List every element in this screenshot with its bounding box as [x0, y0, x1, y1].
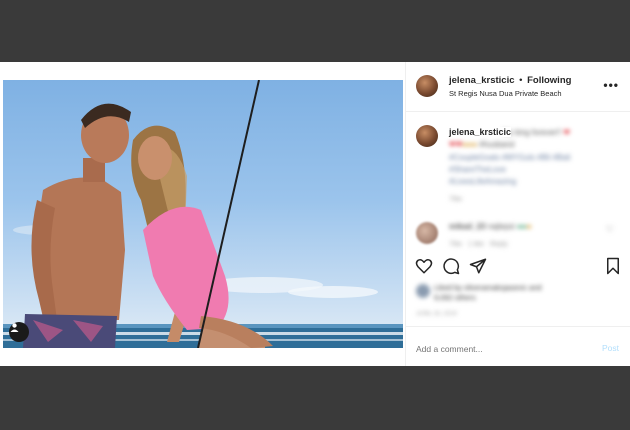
header-user-line: jelena_krsticic • Following — [449, 75, 571, 86]
following-button[interactable]: Following — [527, 75, 571, 86]
header-separator: • — [519, 75, 523, 86]
comment-icon[interactable] — [442, 257, 460, 275]
comment-avatar[interactable] — [416, 222, 438, 244]
liked-by-line2[interactable]: 9,092 others — [434, 293, 476, 302]
instagram-post: jelena_krsticic • Following St Regis Nus… — [0, 62, 630, 366]
comment-username[interactable]: mikad_23 — [449, 222, 485, 231]
comment-line: mikad_23 najlepsi ●●● — [449, 222, 532, 231]
comment-meta: 79w 1 like Reply — [449, 241, 508, 248]
caption-hashtag[interactable]: #husband — [479, 140, 514, 149]
liker-avatar — [416, 284, 430, 298]
caption-avatar[interactable] — [416, 125, 438, 147]
action-bar — [406, 257, 630, 279]
header-username[interactable]: jelena_krsticic — [449, 75, 515, 86]
comment-heart-icon[interactable]: ♡ — [606, 224, 614, 235]
add-comment-row: Post — [406, 338, 630, 360]
tag-person-icon[interactable] — [9, 322, 29, 342]
caption-username[interactable]: jelena_krsticic — [449, 127, 512, 137]
location-link[interactable]: St Regis Nusa Dua Private Beach — [449, 89, 562, 98]
post-side-panel: jelena_krsticic • Following St Regis Nus… — [405, 62, 630, 366]
caption-text-line2: ❤❤●●● #husband — [449, 140, 515, 149]
bookmark-icon[interactable] — [604, 257, 622, 275]
comment-input[interactable] — [416, 340, 586, 358]
comment-text: najlepsi — [487, 222, 515, 231]
avatar[interactable] — [416, 75, 438, 97]
caption-text-line4[interactable]: #ShareTheLove — [449, 165, 506, 174]
post-date: JUNE 16, 2019 — [416, 311, 457, 317]
post-button[interactable]: Post — [602, 343, 619, 353]
post-header: jelena_krsticic • Following St Regis Nus… — [406, 62, 630, 112]
share-icon[interactable] — [469, 257, 487, 275]
comment-likes[interactable]: 1 like — [468, 241, 484, 248]
liked-by-line1[interactable]: Liked by oliveramaksjasevic and — [434, 283, 542, 292]
caption-text-line1: My king forever!! ❤ — [502, 128, 571, 137]
photo-scene — [3, 80, 403, 348]
reply-button[interactable]: Reply — [490, 241, 508, 248]
post-photo[interactable] — [3, 80, 403, 348]
caption-text-line3[interactable]: #CoupleGoals #MYGuls #Bli #Bali — [449, 153, 570, 162]
heart-icon[interactable] — [415, 257, 433, 275]
more-icon[interactable]: ••• — [603, 78, 619, 92]
caption-text-line5[interactable]: #LivesLifeAmazing — [449, 177, 516, 186]
comment-time: 79w — [449, 241, 462, 248]
post-stats: Liked by oliveramaksjasevic and 9,092 ot… — [406, 279, 630, 327]
caption-time: 79w — [449, 196, 462, 203]
